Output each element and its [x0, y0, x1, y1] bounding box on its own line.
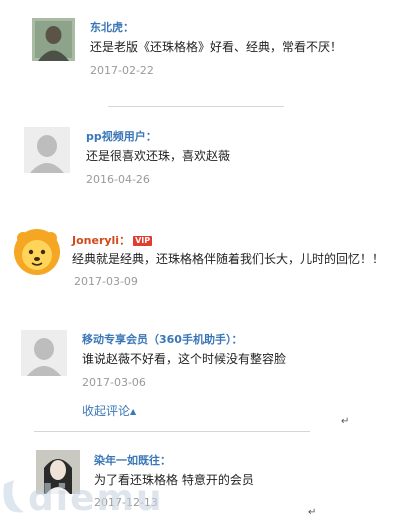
- comment-username[interactable]: 移动专享会员（360手机助手）：: [82, 331, 242, 347]
- username-text[interactable]: Joneryli：: [72, 234, 130, 247]
- user-avatar[interactable]: [21, 330, 67, 376]
- return-mark: ↵: [341, 416, 350, 427]
- comment-username[interactable]: 染年一如既往：: [94, 452, 171, 468]
- comment-date: 2017-03-06: [82, 376, 146, 389]
- comment-divider: [108, 106, 284, 107]
- watermark-logo-icon: diemu: [3, 478, 164, 519]
- comment-text: 谁说赵薇不好看，这个时候没有整容脸: [82, 352, 287, 366]
- comment-date: 2016-04-26: [86, 173, 150, 186]
- collapse-comments-button[interactable]: 收起评论▲: [82, 402, 136, 419]
- comment-date: 2017-02-22: [90, 64, 154, 77]
- user-avatar[interactable]: [32, 18, 75, 61]
- comment-username[interactable]: Joneryli： VIP: [72, 232, 153, 248]
- return-mark: ↵: [308, 507, 317, 518]
- comment-text: 还是很喜欢还珠，喜欢赵薇: [86, 149, 231, 163]
- comment-date: 2017-03-09: [74, 275, 138, 288]
- caret-up-icon: ▲: [130, 407, 137, 416]
- comment-username[interactable]: pp视频用户：: [86, 128, 157, 144]
- comment-username[interactable]: 东北虎：: [90, 19, 134, 35]
- svg-text:diemu: diemu: [28, 478, 164, 519]
- user-avatar[interactable]: [13, 228, 61, 276]
- lion-mascot-icon: [14, 229, 60, 275]
- default-user-icon: [21, 330, 67, 376]
- vip-badge: VIP: [133, 236, 153, 246]
- watermark-logo: diemu: [0, 472, 170, 530]
- comment-divider: [34, 431, 310, 432]
- user-avatar[interactable]: [24, 127, 70, 173]
- portrait-photo-icon: [32, 18, 75, 61]
- default-user-icon: [24, 127, 70, 173]
- comment-text: 经典就是经典，还珠格格伴随着我们长大，儿时的回忆！！: [72, 252, 385, 266]
- comment-text: 还是老版《还珠格格》好看、经典，常看不厌！: [90, 40, 343, 54]
- collapse-comments-label[interactable]: 收起评论: [82, 404, 130, 418]
